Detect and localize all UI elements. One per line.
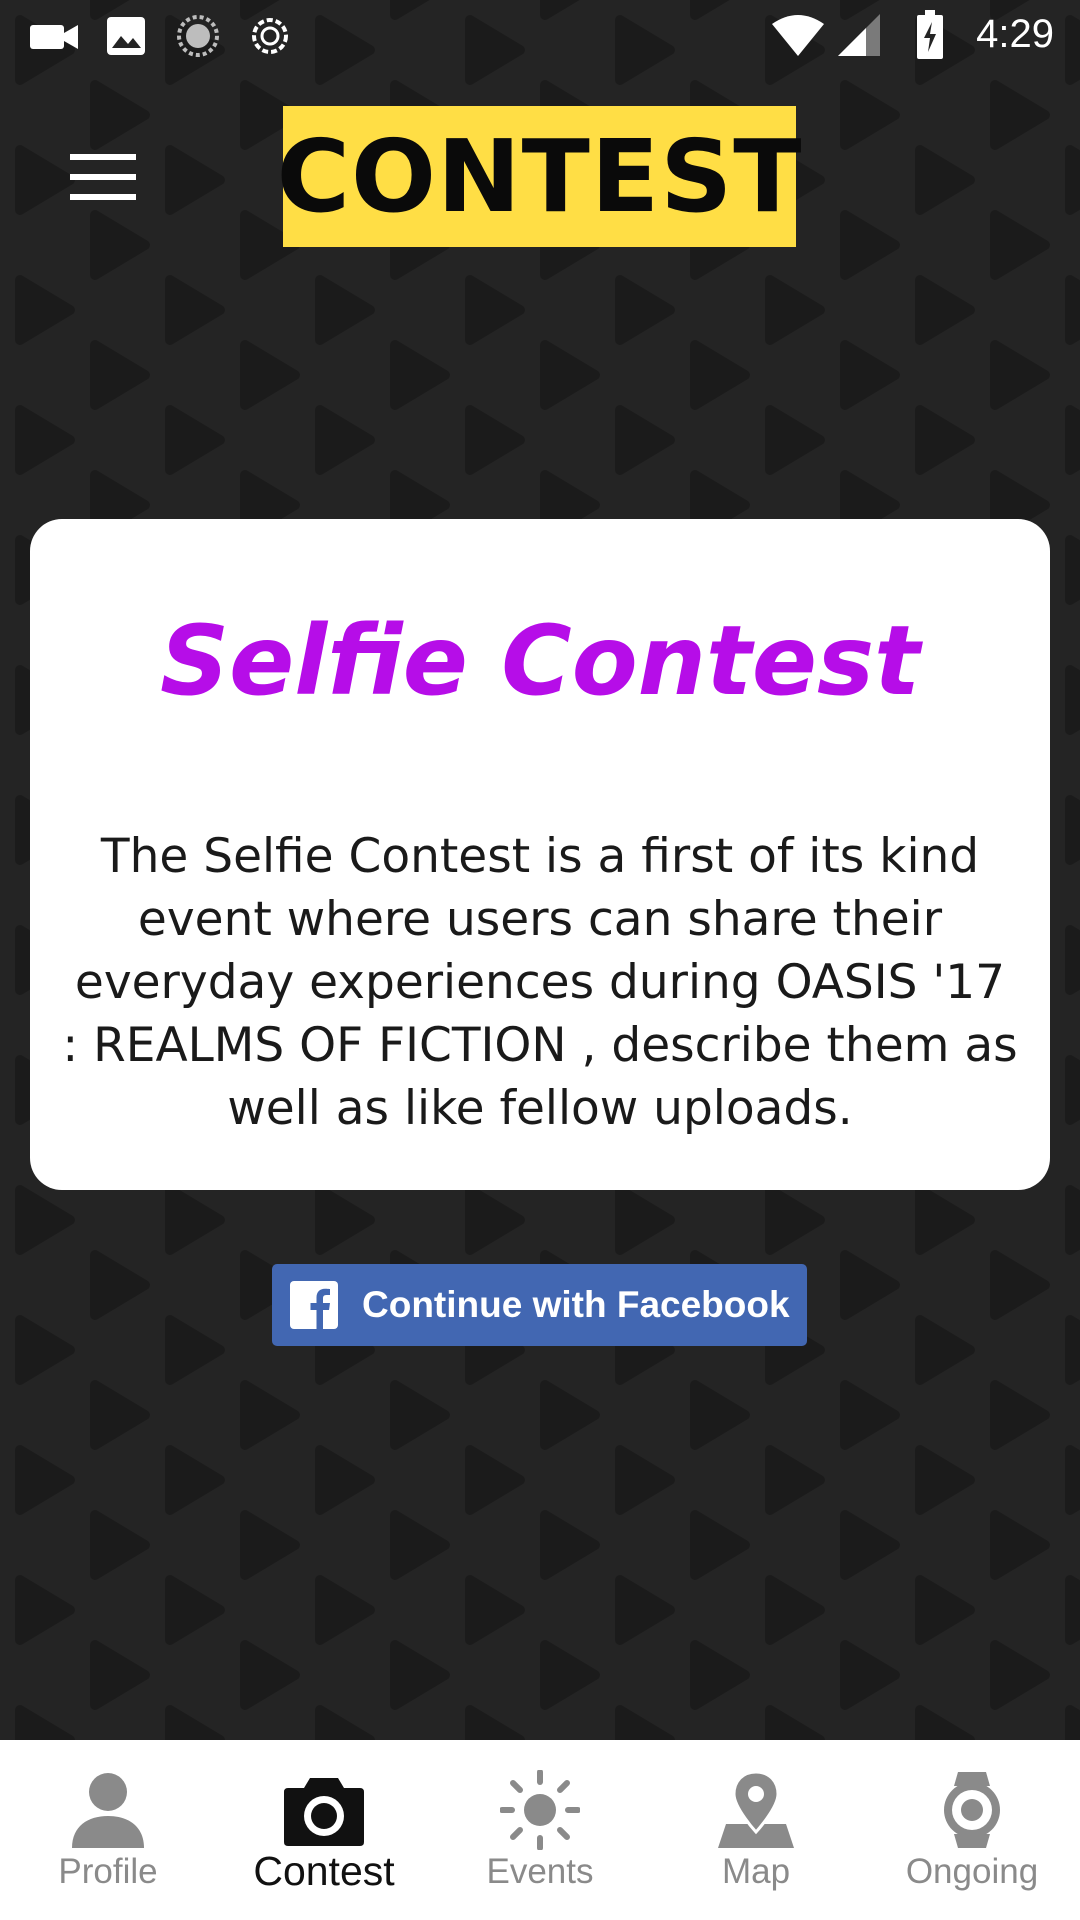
status-time: 4:29 bbox=[976, 12, 1054, 56]
signal-icon bbox=[838, 14, 880, 56]
page-title-banner: CONTEST bbox=[277, 106, 801, 247]
image-icon bbox=[107, 17, 145, 55]
facebook-icon bbox=[290, 1281, 338, 1329]
nav-label-events: Events bbox=[486, 1852, 594, 1891]
facebook-button-label: Continue with Facebook bbox=[362, 1284, 790, 1325]
nav-item-events[interactable]: Events bbox=[432, 1740, 648, 1920]
watch-icon bbox=[944, 1772, 1000, 1848]
nav-item-ongoing[interactable]: Ongoing bbox=[864, 1740, 1080, 1920]
card-description: The Selfie Contest is a first of its kin… bbox=[62, 829, 1018, 1136]
bottom-navigation: Profile Contest Events Map Ongoing bbox=[0, 1740, 1080, 1920]
battery-charging-icon bbox=[917, 10, 943, 59]
person-icon bbox=[72, 1773, 144, 1848]
usb-debug-icon bbox=[252, 18, 288, 54]
status-bar: 4:29 bbox=[0, 0, 1080, 72]
wifi-icon bbox=[772, 15, 824, 56]
nav-label-map: Map bbox=[721, 1852, 791, 1891]
map-pin-icon bbox=[718, 1770, 794, 1848]
nav-label-ongoing: Ongoing bbox=[905, 1852, 1039, 1891]
page-title: CONTEST bbox=[276, 117, 803, 235]
sun-icon bbox=[500, 1770, 580, 1850]
contest-info-card: Selfie Contest The Selfie Contest is a f… bbox=[30, 519, 1050, 1190]
sync-icon bbox=[177, 15, 219, 57]
camera-icon bbox=[284, 1778, 364, 1846]
nav-label-contest: Contest bbox=[253, 1848, 395, 1894]
video-camera-icon bbox=[30, 25, 78, 49]
continue-with-facebook-button[interactable]: Continue with Facebook bbox=[272, 1264, 807, 1346]
nav-item-contest[interactable]: Contest bbox=[216, 1740, 432, 1920]
hamburger-menu-icon[interactable] bbox=[66, 148, 138, 204]
nav-item-map[interactable]: Map bbox=[648, 1740, 864, 1920]
nav-label-profile: Profile bbox=[58, 1852, 158, 1891]
nav-item-profile[interactable]: Profile bbox=[0, 1740, 216, 1920]
card-title: Selfie Contest bbox=[159, 605, 921, 717]
